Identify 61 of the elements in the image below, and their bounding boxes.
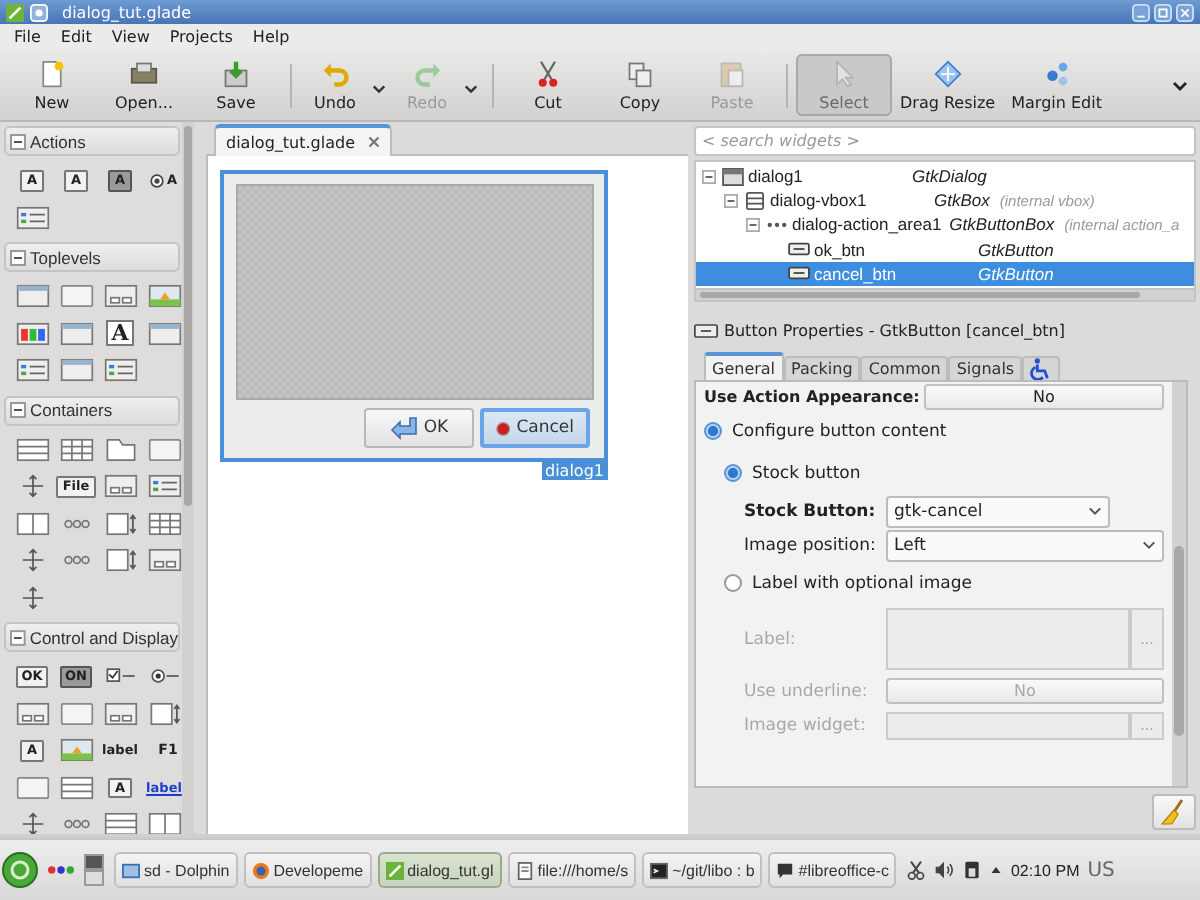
toolbar-button[interactable]: New xyxy=(6,54,98,116)
tab[interactable]: Common xyxy=(860,356,949,380)
menu-item[interactable]: Help xyxy=(242,28,300,46)
widget-type: GtkButton xyxy=(978,239,1054,260)
document-tab[interactable]: dialog_tut.glade xyxy=(214,124,391,156)
dialog-preview[interactable]: OK Cancel xyxy=(220,170,608,462)
property-label: Stock Button: xyxy=(744,501,878,521)
widget-type: GtkBox xyxy=(934,190,990,211)
widget-type: GtkButton xyxy=(978,263,1054,284)
palette-group-header[interactable]: Actions xyxy=(4,126,180,156)
keyboard-layout[interactable]: US xyxy=(1087,859,1115,881)
dialog-button[interactable]: Cancel xyxy=(480,408,590,448)
task-button[interactable]: Developeme xyxy=(243,852,372,888)
clock[interactable]: 02:10 PM xyxy=(1010,861,1080,879)
toolbar-button[interactable]: Open... xyxy=(98,54,190,116)
tab[interactable]: Signals xyxy=(948,356,1023,380)
widget-name: dialog-vbox1 xyxy=(770,190,869,211)
widget-type: GtkDialog xyxy=(912,166,987,187)
menu-item[interactable]: Edit xyxy=(50,28,102,46)
task-button[interactable]: file:///home/s xyxy=(507,852,637,888)
dropdown[interactable]: gtk-cancel xyxy=(886,495,1110,527)
tab[interactable]: Packing xyxy=(783,356,861,380)
window-title: dialog_tut.glade xyxy=(62,3,193,21)
palette-group-header[interactable]: Containers xyxy=(4,395,180,425)
toolbar-button[interactable]: Margin Edit xyxy=(1003,54,1110,116)
widget-type: GtkButtonBox xyxy=(949,214,1055,235)
radio-label[interactable]: Label with optional image xyxy=(752,573,972,593)
text-icon[interactable]: A xyxy=(105,320,135,347)
task-button[interactable]: dialog_tut.gl xyxy=(377,852,502,888)
properties-title: Button Properties - GtkButton [cancel_btn] xyxy=(724,321,1065,339)
task-button[interactable]: sd - Dolphin xyxy=(114,852,238,888)
menu-item[interactable]: File xyxy=(4,28,51,46)
widget-name-tag: dialog1 xyxy=(541,462,608,480)
menu-item[interactable]: View xyxy=(101,28,160,46)
palette-group-header[interactable]: Control and Display xyxy=(4,622,180,652)
palette-group-header[interactable]: Toplevels xyxy=(4,242,180,272)
toolbar-button[interactable]: Copy xyxy=(594,54,686,116)
property-label: Image widget: xyxy=(744,715,868,735)
widget-name: ok_btn xyxy=(814,239,868,260)
toolbar-button[interactable]: Undo xyxy=(300,54,392,116)
toolbar-button[interactable]: Drag Resize xyxy=(892,54,1004,116)
tab[interactable]: General xyxy=(704,352,784,380)
task-button[interactable]: ~/git/libo : b xyxy=(642,852,763,888)
radio-label[interactable]: Configure button content xyxy=(732,421,947,441)
task-button[interactable]: #libreoffice-c xyxy=(768,852,897,888)
property-label: Use underline: xyxy=(744,681,870,701)
widget-name: dialog1 xyxy=(748,166,805,187)
widget-name: dialog-action_area1 xyxy=(792,214,942,235)
dropdown[interactable]: Left xyxy=(886,529,1164,561)
radio-label[interactable]: Stock button xyxy=(752,463,861,483)
toggle-button[interactable]: No xyxy=(923,383,1164,409)
property-label: Label: xyxy=(744,629,798,649)
tree-row[interactable]: ok_btn GtkButton xyxy=(696,237,1194,262)
dialog-button[interactable]: OK xyxy=(364,408,474,448)
toolbar-button[interactable]: Save xyxy=(190,54,282,116)
widget-name: cancel_btn xyxy=(814,263,899,284)
property-label: Image position: xyxy=(744,535,878,555)
menu-item[interactable]: Projects xyxy=(159,28,243,46)
toolbar-button[interactable]: Cut xyxy=(502,54,594,116)
property-label: Use Action Appearance: xyxy=(704,387,920,405)
tree-row[interactable]: dialog1 GtkDialog xyxy=(696,164,1194,189)
